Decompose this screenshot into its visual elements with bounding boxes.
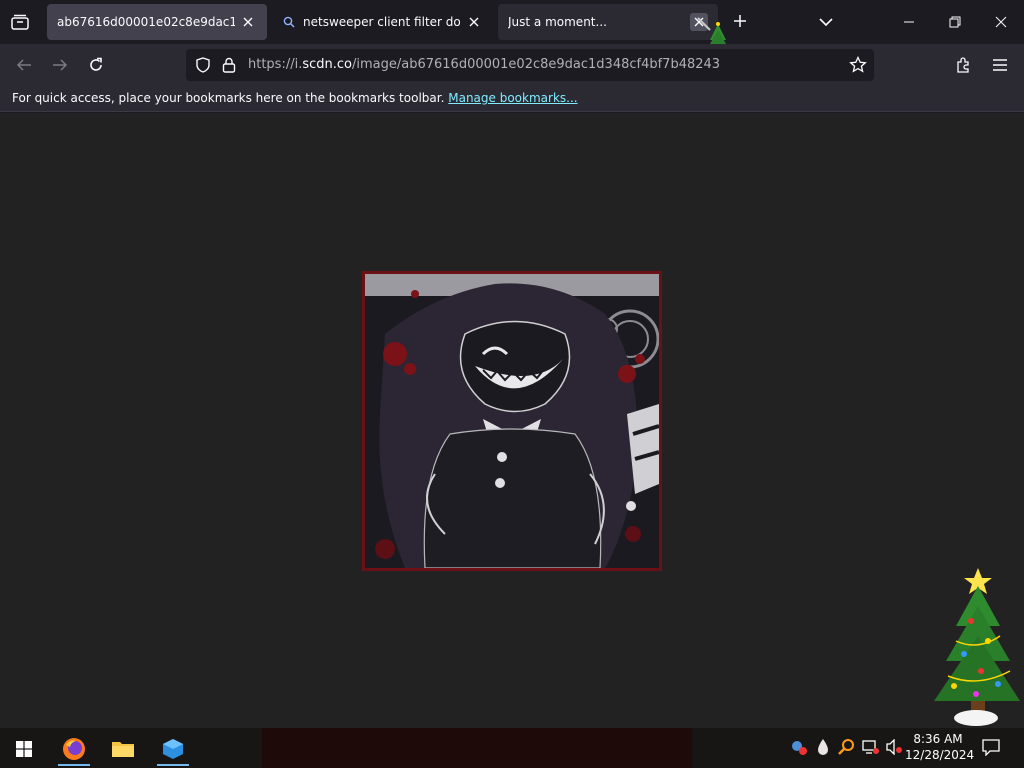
page-content [0, 113, 1024, 728]
taskbar-app[interactable] [153, 732, 193, 766]
tray-search-app[interactable] [838, 738, 856, 756]
url-text[interactable]: https://i.scdn.co/image/ab67616d00001e02… [248, 49, 828, 81]
puzzle-icon [957, 57, 969, 73]
minimize-button[interactable] [886, 6, 932, 38]
search-icon [283, 16, 295, 28]
back-arrow-icon [16, 59, 31, 71]
action-center-button[interactable] [982, 738, 1000, 756]
shield-icon[interactable] [195, 57, 211, 73]
app-menu-button[interactable] [985, 50, 1015, 80]
tray-network[interactable] [862, 738, 880, 756]
album-art-illustration [365, 274, 659, 568]
tray-volume[interactable] [886, 738, 904, 756]
extensions-button[interactable] [949, 50, 979, 80]
tab-list-icon [11, 14, 29, 30]
tab-list-button[interactable] [6, 8, 34, 36]
url-prefix: https://i. [248, 57, 303, 72]
url-bar[interactable]: https://i.scdn.co/image/ab67616d00001e02… [186, 49, 874, 81]
restore-icon [949, 16, 961, 28]
plus-icon [734, 15, 746, 27]
network-icon [862, 740, 879, 754]
tab-netsweeper[interactable]: netsweeper client filter download [273, 4, 493, 40]
star-icon[interactable] [849, 56, 867, 74]
start-button[interactable] [4, 732, 44, 766]
bookmarks-hint: For quick access, place your bookmarks h… [12, 91, 578, 105]
chevron-down-icon [819, 18, 833, 27]
reload-button[interactable] [81, 50, 111, 80]
tab-active-image[interactable]: ab67616d00001e02c8e9dac1d348cf4bf7b48243 [47, 4, 267, 40]
tab-label: Just a moment... [508, 15, 607, 29]
tray-drop-app[interactable] [814, 738, 832, 756]
app-error-icon [792, 741, 807, 755]
close-icon [243, 17, 253, 27]
album-art-image[interactable] [362, 271, 662, 571]
minimize-icon [904, 21, 914, 23]
desktop: ab67616d00001e02c8e9dac1d348cf4bf7b48243… [0, 0, 1024, 768]
new-tab-button[interactable] [728, 10, 752, 34]
windows-logo-icon [16, 741, 32, 757]
back-button[interactable] [9, 50, 39, 80]
close-icon [469, 17, 479, 27]
tab-label: ab67616d00001e02c8e9dac1d348cf4bf7b48243 [57, 15, 235, 29]
taskbar-wallpaper-strip [262, 728, 692, 768]
window-close-button[interactable] [978, 6, 1024, 38]
hamburger-menu-icon [993, 59, 1007, 71]
notification-icon [982, 739, 1000, 756]
taskbar-file-explorer[interactable] [103, 732, 143, 766]
tab-label: netsweeper client filter download [303, 15, 461, 29]
restore-button[interactable] [932, 6, 978, 38]
url-path: /image/ab67616d00001e02c8e9dac1d348cf4bf… [352, 57, 721, 72]
windows-taskbar: 8:36 AM 12/28/2024 [0, 728, 1024, 768]
taskbar-firefox[interactable] [54, 732, 94, 766]
taskbar-clock[interactable]: 8:36 AM 12/28/2024 [905, 731, 975, 763]
bookmarks-hint-text: For quick access, place your bookmarks h… [12, 91, 445, 105]
list-all-tabs-button[interactable] [814, 10, 838, 34]
forward-arrow-icon [53, 59, 68, 71]
manage-bookmarks-link[interactable]: Manage bookmarks... [448, 91, 577, 105]
firefox-icon [63, 738, 85, 760]
tray-network-app[interactable] [790, 738, 808, 756]
window-close-icon [995, 16, 1007, 28]
tab-close-button[interactable] [465, 13, 483, 31]
clock-date: 12/28/2024 [905, 748, 975, 762]
tab-just-a-moment[interactable]: Just a moment... [498, 4, 718, 40]
bookmarks-toolbar: For quick access, place your bookmarks h… [0, 86, 1024, 112]
droplet-icon [818, 739, 828, 755]
forward-button[interactable] [45, 50, 75, 80]
magnifier-icon [838, 739, 854, 755]
clock-time: 8:36 AM [913, 732, 963, 746]
folder-icon [112, 742, 134, 757]
lock-icon[interactable] [222, 57, 236, 73]
app-cube-icon [163, 739, 183, 759]
tab-close-button[interactable] [239, 13, 257, 31]
reload-icon [90, 57, 102, 71]
christmas-tree-decoration [934, 568, 1020, 726]
volume-muted-icon [886, 739, 902, 755]
tab-strip: ab67616d00001e02c8e9dac1d348cf4bf7b48243… [0, 0, 1024, 54]
url-host: scdn.co [302, 57, 352, 72]
navigation-toolbar: https://i.scdn.co/image/ab67616d00001e02… [0, 44, 1024, 86]
